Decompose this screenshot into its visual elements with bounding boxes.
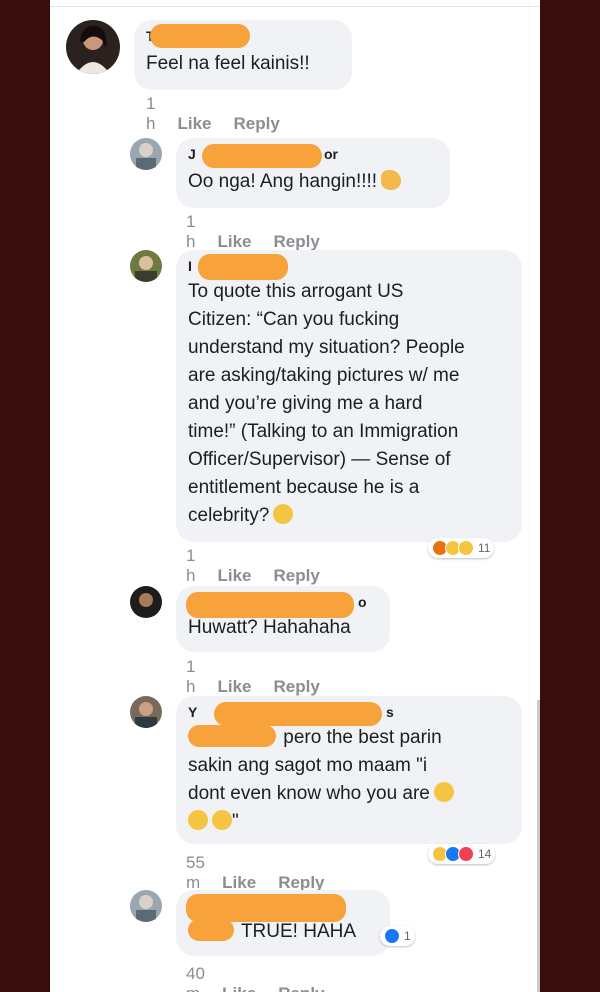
timestamp[interactable]: 1 h bbox=[186, 546, 195, 585]
avatar[interactable] bbox=[130, 696, 162, 728]
avatar[interactable] bbox=[130, 586, 162, 618]
comment-meta: 1 h Like Reply bbox=[186, 546, 342, 586]
redaction bbox=[186, 894, 346, 922]
avatar[interactable] bbox=[130, 890, 162, 922]
avatar[interactable] bbox=[66, 20, 120, 74]
comment-bubble: TRUE! HAHA bbox=[176, 890, 390, 956]
comment-text: Huwatt? Hahahaha bbox=[188, 617, 351, 638]
author-name[interactable] bbox=[186, 894, 378, 922]
reaction-count: 14 bbox=[478, 847, 492, 861]
eye-roll-emoji-icon bbox=[273, 504, 294, 524]
redaction bbox=[214, 702, 382, 726]
comment-meta: 1 h Like Reply bbox=[146, 94, 302, 134]
avatar[interactable] bbox=[130, 138, 162, 170]
comment-meta: 1 h Like Reply bbox=[186, 657, 342, 697]
author-name[interactable]: Y s bbox=[188, 702, 510, 726]
reaction-count: 11 bbox=[478, 541, 491, 555]
comment-meta: 40 m Like Reply bbox=[186, 964, 346, 992]
redaction bbox=[198, 254, 288, 280]
redaction bbox=[188, 725, 276, 747]
redaction bbox=[150, 24, 250, 48]
unamused-emoji-icon bbox=[188, 810, 208, 830]
like-button[interactable]: Like bbox=[177, 114, 211, 133]
unamused-emoji-icon bbox=[212, 810, 232, 830]
timestamp[interactable]: 55 m bbox=[186, 853, 205, 892]
comment-bubble: J or Oo nga! Ang hangin!!!! bbox=[176, 138, 450, 208]
timestamp[interactable]: 1 h bbox=[186, 212, 195, 251]
redaction bbox=[202, 144, 322, 168]
reaction-count: 1 bbox=[404, 929, 411, 943]
avatar-image bbox=[136, 143, 156, 170]
reply-button[interactable]: Reply bbox=[274, 566, 320, 585]
comment-meta: 1 h Like Reply bbox=[186, 212, 342, 252]
author-name[interactable]: T bbox=[146, 24, 340, 48]
comment-bubble: o Huwatt? Hahahaha bbox=[176, 586, 390, 652]
comment-bubble: I To quote this arrogant US Citizen: “Ca… bbox=[176, 250, 522, 542]
redaction bbox=[186, 592, 354, 618]
comment-text: Oo nga! Ang hangin!!!! bbox=[188, 168, 438, 196]
redacted-text bbox=[188, 919, 236, 941]
timestamp[interactable]: 1 h bbox=[146, 94, 155, 133]
reply-button[interactable]: Reply bbox=[274, 232, 320, 251]
avatar-image bbox=[139, 593, 153, 607]
author-name[interactable]: o bbox=[186, 592, 378, 618]
like-button[interactable]: Like bbox=[217, 677, 251, 696]
comment-text: pero the best parin sakin ang sagot mo m… bbox=[188, 724, 510, 836]
comment-bubble: Y s pero the best parin sakin ang sagot … bbox=[176, 696, 522, 844]
reply-button[interactable]: Reply bbox=[278, 984, 324, 992]
avatar[interactable] bbox=[130, 250, 162, 282]
avatar-image bbox=[135, 256, 157, 282]
reaction-summary[interactable]: 11 bbox=[428, 538, 495, 558]
comment-bubble: T Feel na feel kainis!! bbox=[134, 20, 352, 90]
like-button[interactable]: Like bbox=[222, 984, 256, 992]
reaction-summary[interactable]: 1 bbox=[380, 926, 415, 946]
unamused-emoji-icon bbox=[433, 782, 454, 802]
divider bbox=[50, 6, 540, 7]
haha-reaction-icon bbox=[458, 540, 474, 556]
avatar-image bbox=[135, 702, 157, 728]
comment-text: Feel na feel kainis!! bbox=[146, 53, 310, 74]
redaction bbox=[188, 919, 234, 941]
like-reaction-icon bbox=[384, 928, 400, 944]
redacted-text bbox=[188, 725, 278, 747]
like-button[interactable]: Like bbox=[217, 566, 251, 585]
love-reaction-icon bbox=[458, 846, 474, 862]
comment-meta: 55 m Like Reply bbox=[186, 853, 346, 893]
comment-text: TRUE! HAHA bbox=[188, 918, 378, 946]
flexed-biceps-icon bbox=[381, 170, 402, 190]
author-name[interactable]: I bbox=[188, 254, 510, 280]
timestamp[interactable]: 40 m bbox=[186, 964, 205, 992]
like-button[interactable]: Like bbox=[217, 232, 251, 251]
comment-text: To quote this arrogant US Citizen: “Can … bbox=[188, 281, 465, 526]
reaction-summary[interactable]: 14 bbox=[428, 844, 496, 864]
author-name[interactable]: J or bbox=[188, 144, 438, 168]
reply-button[interactable]: Reply bbox=[234, 114, 280, 133]
avatar-image bbox=[76, 25, 110, 74]
reply-button[interactable]: Reply bbox=[274, 677, 320, 696]
avatar-image bbox=[136, 895, 156, 922]
scrollbar[interactable] bbox=[537, 700, 540, 992]
timestamp[interactable]: 1 h bbox=[186, 657, 195, 696]
comments-panel: T Feel na feel kainis!! 1 h Like Reply J o… bbox=[50, 0, 540, 992]
